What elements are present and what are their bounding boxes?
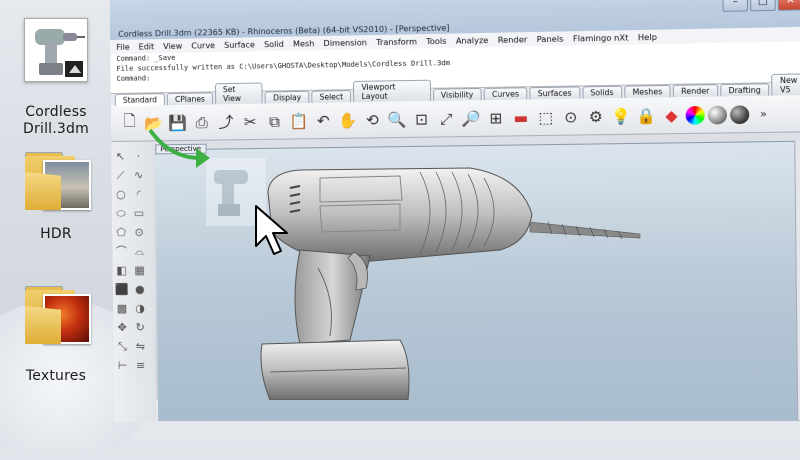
sphere-render-icon[interactable] bbox=[707, 105, 728, 124]
folder-icon bbox=[21, 284, 91, 346]
light-bulb-icon[interactable]: 💡 bbox=[610, 105, 632, 127]
menu-view[interactable]: View bbox=[163, 41, 182, 50]
open-folder-icon[interactable]: 📂 bbox=[143, 112, 164, 133]
tab-curves[interactable]: Curves bbox=[483, 87, 528, 101]
rotate-icon[interactable]: ↻ bbox=[133, 321, 147, 335]
model-thumbnail bbox=[24, 18, 88, 82]
lock-icon[interactable]: 🔒 bbox=[635, 105, 657, 127]
menu-transform[interactable]: Transform bbox=[376, 37, 417, 47]
arc-icon[interactable]: ◜ bbox=[132, 188, 146, 202]
properties-icon[interactable]: ⚙ bbox=[585, 105, 607, 127]
perspective-viewport[interactable]: Perspective bbox=[155, 140, 800, 422]
tab-drafting[interactable]: Drafting bbox=[719, 83, 770, 97]
copy-icon[interactable]: ⧉ bbox=[264, 110, 286, 131]
cplane-icon[interactable]: ▬ bbox=[510, 107, 532, 129]
tab-select[interactable]: Select bbox=[311, 90, 352, 103]
menu-panels[interactable]: Panels bbox=[537, 34, 564, 44]
close-button[interactable]: ✕ bbox=[777, 0, 800, 11]
text-icon[interactable]: ⊙ bbox=[132, 226, 146, 240]
desktop-icon-label: Drill.3dm bbox=[23, 121, 89, 137]
osnap-icon[interactable]: ⊙ bbox=[560, 106, 582, 128]
offset-icon[interactable]: ⌓ bbox=[132, 245, 146, 259]
left-toolbar: ↖ · ⟋ ∿ ○ ◜ ⬭ ▭ ⬠ ⊙ ⌒ ⌓ ◧ ▦ ⬛ ● ▩ ◑ ✥ ↻ … bbox=[111, 141, 157, 423]
rectangle-icon[interactable]: ▭ bbox=[132, 207, 146, 221]
paste-icon[interactable]: 📋 bbox=[288, 110, 310, 132]
dimension-icon[interactable]: ⊢ bbox=[116, 359, 130, 373]
tab-new-in-v5[interactable]: New in V5 bbox=[771, 73, 800, 96]
boolean-icon[interactable]: ◑ bbox=[133, 302, 147, 316]
desktop-icon-textures-folder[interactable]: Textures bbox=[8, 284, 104, 385]
select-icon[interactable]: ⬚ bbox=[535, 106, 557, 128]
menu-render[interactable]: Render bbox=[498, 35, 528, 45]
desktop-icon-cordless-drill[interactable]: Cordless Drill.3dm bbox=[8, 18, 104, 138]
menu-solid[interactable]: Solid bbox=[264, 39, 284, 48]
mesh-icon[interactable]: ▩ bbox=[115, 302, 129, 316]
save-icon[interactable]: 💾 bbox=[167, 112, 188, 133]
color-wheel-icon[interactable] bbox=[685, 105, 705, 125]
render-color-icon[interactable]: ◆ bbox=[660, 104, 682, 126]
menu-dimension[interactable]: Dimension bbox=[323, 38, 367, 48]
tab-viewport-layout[interactable]: Viewport Layout bbox=[353, 79, 431, 103]
layer-icon[interactable]: ≡ bbox=[134, 359, 148, 373]
extrude-icon[interactable]: ▦ bbox=[133, 264, 147, 278]
tab-display[interactable]: Display bbox=[264, 90, 310, 104]
more-toolbar-icon[interactable]: » bbox=[752, 103, 775, 125]
menu-mesh[interactable]: Mesh bbox=[293, 39, 315, 48]
rhino-window: – □ ✕ Cordless Drill.3dm (22365 KB) - Rh… bbox=[109, 0, 800, 423]
point-icon[interactable]: · bbox=[131, 150, 145, 164]
ellipse-icon[interactable]: ⬭ bbox=[114, 207, 128, 221]
menu-curve[interactable]: Curve bbox=[191, 41, 215, 50]
menu-analyze[interactable]: Analyze bbox=[456, 35, 489, 45]
zoom-extents-icon[interactable]: ⤢ bbox=[435, 108, 457, 130]
maximize-button[interactable]: □ bbox=[750, 0, 776, 12]
menu-file[interactable]: File bbox=[116, 42, 129, 51]
scale-icon[interactable]: ⤡ bbox=[115, 340, 129, 354]
polygon-icon[interactable]: ⬠ bbox=[114, 226, 128, 240]
box-icon[interactable]: ⬛ bbox=[115, 283, 129, 297]
move-icon[interactable]: ✥ bbox=[115, 321, 129, 335]
drill-thumbnail-icon bbox=[35, 29, 85, 77]
desktop-icon-label: Textures bbox=[25, 368, 87, 384]
desktop-icon-hdr-folder[interactable]: HDR bbox=[8, 150, 104, 243]
viewport-title[interactable]: Perspective bbox=[155, 143, 207, 155]
zoom-icon[interactable]: 🔍 bbox=[386, 108, 408, 130]
tab-meshes[interactable]: Meshes bbox=[624, 84, 671, 98]
menu-help[interactable]: Help bbox=[638, 32, 657, 42]
circle-icon[interactable]: ○ bbox=[114, 188, 128, 202]
tab-solids[interactable]: Solids bbox=[581, 85, 623, 99]
new-file-icon[interactable]: 🗋 bbox=[119, 112, 140, 134]
zoom-selected-icon[interactable]: 🔎 bbox=[460, 107, 482, 129]
sphere-icon[interactable]: ● bbox=[133, 283, 147, 297]
pan-icon[interactable]: ✋ bbox=[337, 109, 359, 131]
undo-icon[interactable]: ↶ bbox=[312, 110, 334, 132]
tab-set-view[interactable]: Set View bbox=[214, 82, 264, 105]
tab-standard[interactable]: Standard bbox=[114, 93, 166, 106]
desktop-icon-label: Cordless bbox=[25, 104, 87, 120]
minimize-button[interactable]: – bbox=[722, 0, 749, 12]
tab-cplanes[interactable]: CPlanes bbox=[166, 92, 214, 106]
cut-icon[interactable]: ✂ bbox=[239, 111, 260, 132]
zoom-window-icon[interactable]: ⊡ bbox=[411, 108, 433, 130]
surface-icon[interactable]: ◧ bbox=[115, 264, 129, 278]
import-icon[interactable]: ⤴ bbox=[215, 111, 236, 132]
select-arrow-icon[interactable]: ↖ bbox=[113, 150, 127, 164]
curve-icon[interactable]: ∿ bbox=[132, 169, 146, 183]
dark-sphere-icon[interactable] bbox=[730, 104, 750, 124]
tab-render[interactable]: Render bbox=[672, 84, 718, 98]
menu-surface[interactable]: Surface bbox=[224, 40, 255, 50]
mirror-icon[interactable]: ⇋ bbox=[133, 340, 147, 354]
fillet-icon[interactable]: ⌒ bbox=[114, 245, 128, 259]
tab-visibility[interactable]: Visibility bbox=[432, 87, 482, 101]
grid-4view-icon[interactable]: ⊞ bbox=[485, 107, 507, 129]
folder-icon bbox=[21, 150, 91, 212]
print-icon[interactable]: ⎙ bbox=[191, 111, 212, 132]
menu-tools[interactable]: Tools bbox=[426, 36, 446, 46]
menu-flamingo[interactable]: Flamingo nXt bbox=[573, 33, 629, 43]
tab-surfaces[interactable]: Surfaces bbox=[529, 86, 580, 100]
menu-edit[interactable]: Edit bbox=[139, 42, 155, 51]
window-controls: – □ ✕ bbox=[722, 0, 800, 12]
rotate-view-icon[interactable]: ⟲ bbox=[361, 109, 383, 131]
polyline-icon[interactable]: ⟋ bbox=[114, 169, 128, 183]
desktop-icon-label: HDR bbox=[40, 226, 72, 242]
